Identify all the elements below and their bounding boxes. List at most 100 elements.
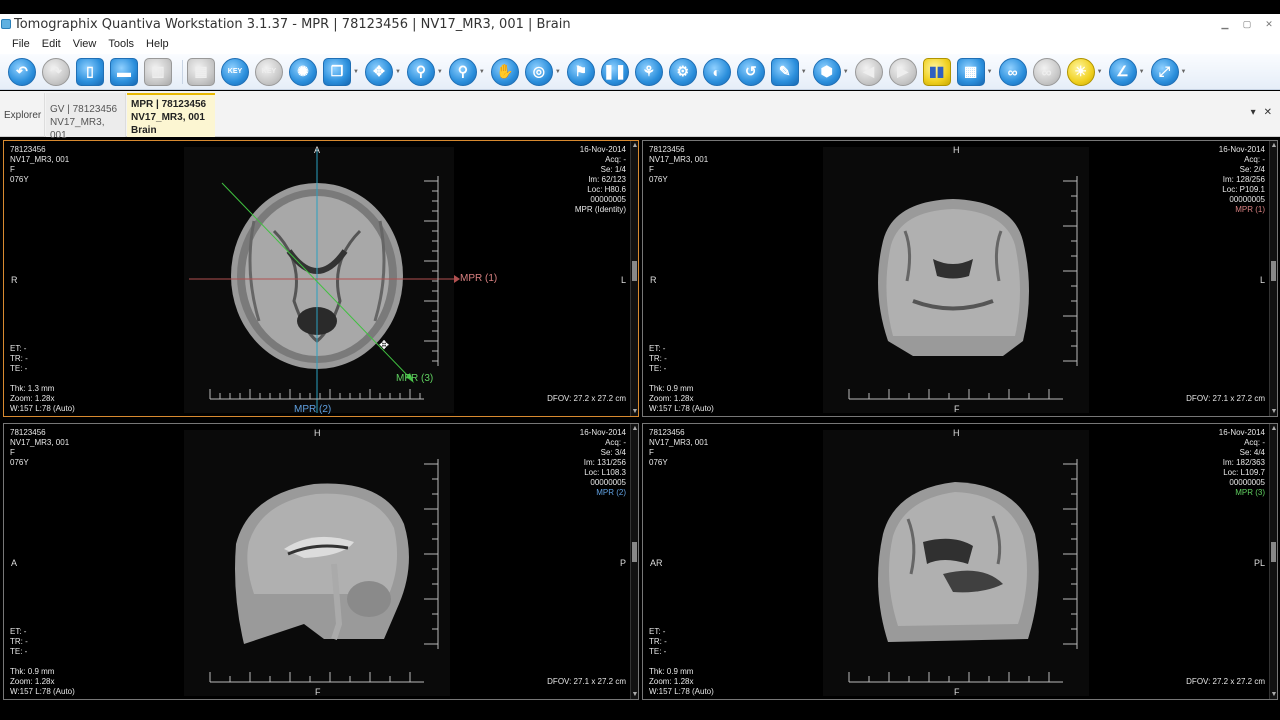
study-date: 16-Nov-2014 xyxy=(579,428,626,437)
color-map-dropdown-icon[interactable]: ▼ xyxy=(987,69,993,75)
color-map-icon[interactable]: ▦ xyxy=(956,57,985,86)
series-info: Se: 2/4 xyxy=(1239,165,1265,174)
patient-sex: F xyxy=(649,165,654,174)
magnifier-dropdown-icon[interactable]: ▼ xyxy=(437,69,443,75)
orientation-right: L xyxy=(620,275,626,285)
scroll-thumb[interactable] xyxy=(632,261,637,281)
zoom-region-icon[interactable]: ⚲ xyxy=(448,57,477,86)
invert-icon[interactable]: ◐ xyxy=(702,57,731,86)
angle-icon[interactable]: ∠ xyxy=(1108,57,1137,86)
axial-scrollbar[interactable]: ▲ ▼ xyxy=(630,141,638,416)
scroll-down-icon[interactable]: ▼ xyxy=(1270,408,1277,415)
view-label: MPR (3) xyxy=(1235,488,1265,497)
scroll-down-icon[interactable]: ▼ xyxy=(631,691,638,698)
menu-edit[interactable]: Edit xyxy=(36,38,67,50)
light-dropdown-icon[interactable]: ▼ xyxy=(1097,69,1103,75)
clipboard-icon[interactable]: ▯ xyxy=(76,57,104,86)
series-name: NV17_MR3, 001 xyxy=(649,155,709,164)
pin-dropdown-icon[interactable]: ▾ xyxy=(1251,107,1256,118)
close-tab-icon[interactable]: ✕ xyxy=(1264,107,1272,118)
next-icon[interactable]: ▶ xyxy=(888,57,917,86)
mpr3-line-label[interactable]: MPR (3) xyxy=(396,373,433,384)
dfov-value: DFOV: 27.1 x 27.2 cm xyxy=(547,677,626,686)
measure-icon[interactable]: ⤢ xyxy=(1150,57,1179,86)
glasses-icon[interactable]: ∞ xyxy=(998,57,1027,86)
hand-icon[interactable]: ✋ xyxy=(490,57,519,86)
pan-zoom-icon[interactable]: ✥ xyxy=(364,57,393,86)
et-value: ET: - xyxy=(649,344,666,353)
maximize-button[interactable]: ▢ xyxy=(1236,14,1258,34)
menu-view[interactable]: View xyxy=(67,38,103,50)
stack-icon[interactable]: ❐ xyxy=(323,57,351,86)
title-bar: Tomographix Quantiva Workstation 3.1.37 … xyxy=(0,14,1280,34)
scroll-up-icon[interactable]: ▲ xyxy=(631,425,638,432)
series-layout-icon[interactable]: ▥ xyxy=(144,57,172,86)
zoom-dropdown-icon[interactable]: ▼ xyxy=(479,69,485,75)
angle-dropdown-icon[interactable]: ▼ xyxy=(1139,69,1145,75)
sagittal-brain-image xyxy=(184,430,450,696)
scroll-thumb[interactable] xyxy=(1271,542,1276,562)
scroll-up-icon[interactable]: ▲ xyxy=(1270,142,1277,149)
tab-mpr-active[interactable]: MPR | 78123456 NV17_MR3, 001 Brain xyxy=(127,93,215,137)
key-image-icon[interactable]: KEY xyxy=(221,57,249,86)
layout-icon[interactable]: ▬ xyxy=(110,57,138,86)
coronal-scrollbar[interactable]: ▲ ▼ xyxy=(1269,141,1277,416)
viewport-oblique[interactable]: 78123456 NV17_MR3, 001 F 076Y 16-Nov-201… xyxy=(642,423,1278,700)
scroll-thumb[interactable] xyxy=(632,542,637,562)
sync-icon[interactable]: ⚙ xyxy=(668,57,697,86)
cine-icon[interactable]: ✺ xyxy=(289,57,317,86)
rotate-icon[interactable]: ↺ xyxy=(736,57,765,86)
minimize-button[interactable]: ▁ xyxy=(1214,14,1236,34)
viewport-sagittal[interactable]: 78123456 NV17_MR3, 001 F 076Y 16-Nov-201… xyxy=(3,423,639,700)
scroll-down-icon[interactable]: ▼ xyxy=(1270,691,1277,698)
viewport-coronal[interactable]: 78123456 NV17_MR3, 001 F 076Y 16-Nov-201… xyxy=(642,140,1278,417)
light-icon[interactable]: ☀ xyxy=(1066,57,1095,86)
annotation-dropdown-icon[interactable]: ▼ xyxy=(801,69,807,75)
tab-row: Explorer GV | 78123456 NV17_MR3, 001 MPR… xyxy=(0,91,1280,141)
patient-id: 78123456 xyxy=(649,428,685,437)
target-dropdown-icon[interactable]: ▼ xyxy=(555,69,561,75)
undo-icon[interactable]: ↶ xyxy=(8,57,36,86)
target-icon[interactable]: ◎ xyxy=(524,57,553,86)
annotation-icon[interactable]: ✎ xyxy=(770,57,799,86)
sagittal-scrollbar[interactable]: ▲ ▼ xyxy=(630,424,638,699)
measure-dropdown-icon[interactable]: ▼ xyxy=(1181,69,1187,75)
key-filter-icon[interactable]: KEY xyxy=(255,57,283,86)
scroll-thumb[interactable] xyxy=(1271,261,1276,281)
film-icon[interactable]: ▮▮ xyxy=(922,57,951,86)
scroll-up-icon[interactable]: ▲ xyxy=(1270,425,1277,432)
coronal-brain-image xyxy=(823,147,1089,413)
close-window-button[interactable]: ✕ xyxy=(1258,14,1280,34)
acq-params: ET: - TR: - TE: - xyxy=(10,627,28,657)
patient-age: 076Y xyxy=(10,458,29,467)
capture-dropdown-icon[interactable]: ▼ xyxy=(843,69,849,75)
network-icon[interactable]: ∞ xyxy=(1032,57,1061,86)
pan-dropdown-icon[interactable]: ▼ xyxy=(395,69,401,75)
patient-age: 076Y xyxy=(649,175,668,184)
scroll-down-icon[interactable]: ▼ xyxy=(631,408,638,415)
menu-tools[interactable]: Tools xyxy=(102,38,140,50)
magnifier-icon[interactable]: ⚲ xyxy=(406,57,435,86)
mpr1-line-label[interactable]: MPR (1) xyxy=(460,273,497,284)
viewport-axial[interactable]: ✥ 78123456 NV17_MR3, 001 F 076Y 16-Nov-2… xyxy=(3,140,639,417)
menu-file[interactable]: File xyxy=(6,38,36,50)
te-value: TE: - xyxy=(10,364,28,373)
prev-icon[interactable]: ◀ xyxy=(854,57,883,86)
scroll-up-icon[interactable]: ▲ xyxy=(631,142,638,149)
tab-gv[interactable]: GV | 78123456 NV17_MR3, 001 xyxy=(46,93,126,141)
pairs-icon[interactable]: ❚❚ xyxy=(600,57,629,86)
oblique-scrollbar[interactable]: ▲ ▼ xyxy=(1269,424,1277,699)
link-icon[interactable]: ⚘ xyxy=(634,57,663,86)
grid-icon[interactable]: ▦ xyxy=(187,57,215,86)
menu-help[interactable]: Help xyxy=(140,38,175,50)
tab-explorer[interactable]: Explorer xyxy=(0,93,45,137)
stack-dropdown-icon[interactable]: ▼ xyxy=(353,69,359,75)
window-level-value: W:157 L:78 (Auto) xyxy=(10,404,75,413)
orientation-right: P xyxy=(619,558,626,568)
capture-icon[interactable]: ⬢ xyxy=(812,57,841,86)
patient-age: 076Y xyxy=(649,458,668,467)
window-level-value: W:157 L:78 (Auto) xyxy=(649,687,714,696)
redo-icon[interactable]: ↷ xyxy=(42,57,70,86)
mpr2-line-label[interactable]: MPR (2) xyxy=(294,404,331,415)
probe-icon[interactable]: ⚑ xyxy=(566,57,595,86)
